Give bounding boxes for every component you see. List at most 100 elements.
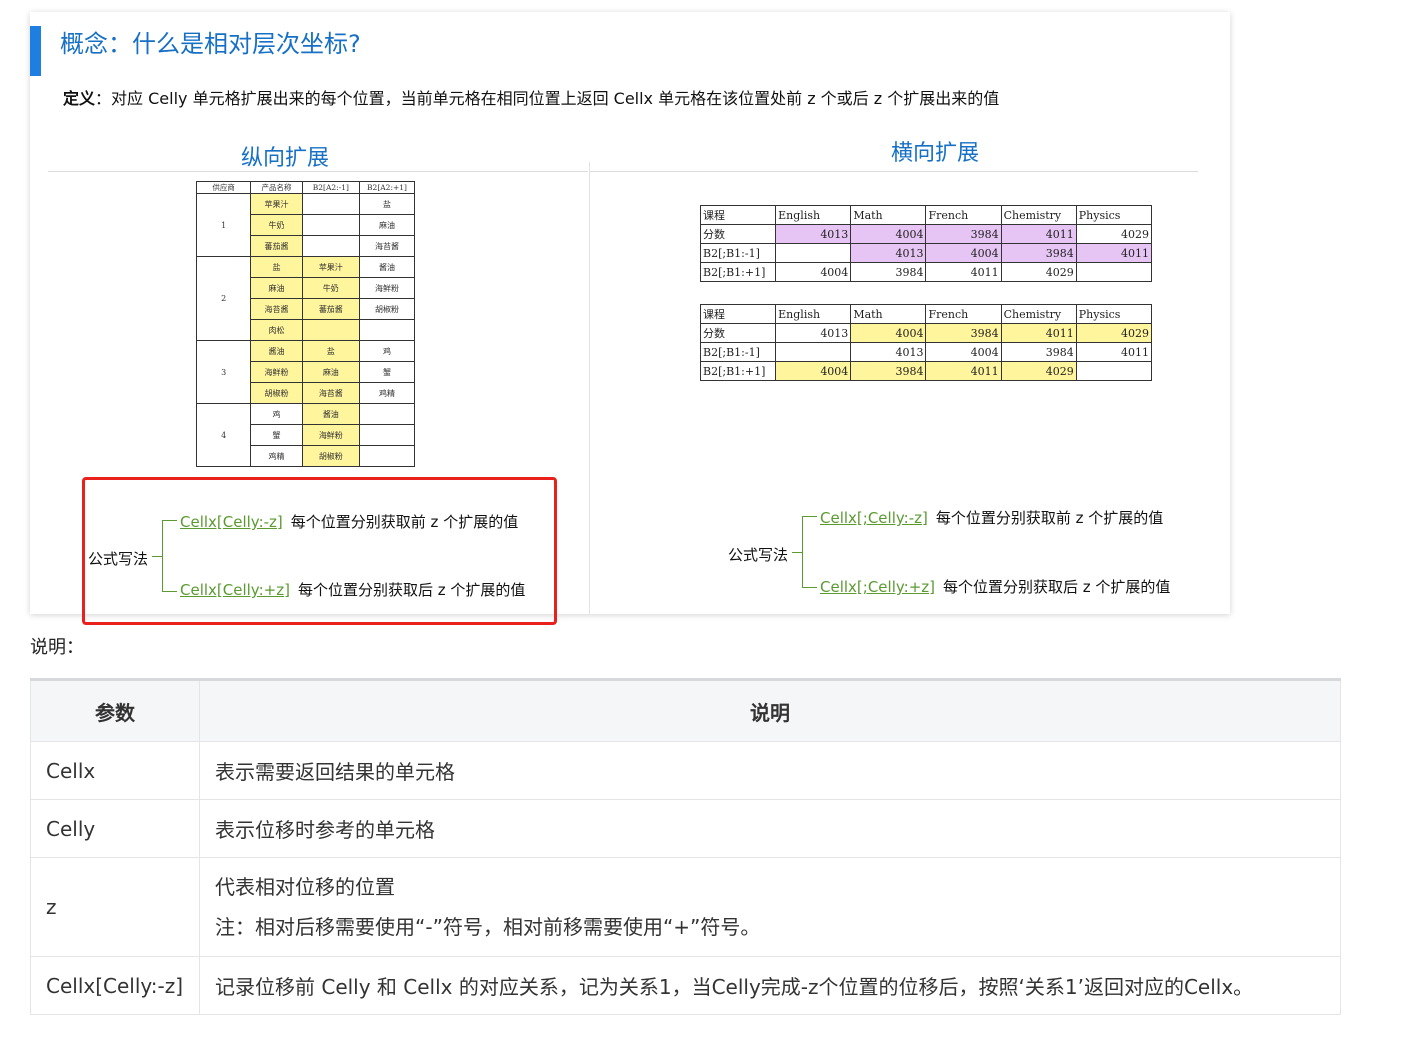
vt-cell: 酱油 (301, 403, 361, 425)
vt-cell: 海鲜粉 (250, 361, 303, 383)
vt-cell: 苹果汁 (250, 193, 303, 215)
vt-header: 供应商 (195, 181, 252, 194)
ht1-cell: 4011 (925, 262, 1002, 282)
vt-cell: 牛奶 (301, 277, 361, 299)
vt-cell: 蕃茄酱 (301, 298, 361, 320)
vt-cell (359, 403, 415, 425)
formula-horizontal-next: Cellx[;Celly:+z] 每个位置分别获取后 z 个扩展的值 (820, 576, 1170, 597)
ht2-cell: English (775, 304, 852, 324)
ht2-cell: 4013 (850, 342, 927, 362)
vt-cell: 蟹 (250, 424, 303, 446)
vt-supplier: 2 (195, 256, 252, 341)
ht2-cell: 课程 (699, 304, 777, 324)
vt-cell: 胡椒粉 (359, 298, 415, 320)
vt-cell (301, 319, 361, 341)
horizontal-table-1: 课程 English Math French Chemistry Physics… (699, 205, 1153, 282)
formula-horizontal-prev: Cellx[;Celly:-z] 每个位置分别获取前 z 个扩展的值 (820, 507, 1163, 528)
ht2-cell: French (925, 304, 1002, 324)
note-label: 说明： (30, 637, 84, 658)
ht2-cell: 4029 (1000, 361, 1077, 381)
formula-label-horizontal: 公式写法 (728, 546, 789, 564)
param-name: z (30, 857, 200, 957)
definition: 定义：对应 Celly 单元格扩展出来的每个位置，当前单元格在相同位置上返回 C… (63, 86, 999, 112)
table-row: Celly 表示位移时参考的单元格 (30, 799, 1341, 858)
ht1-cell: 分数 (699, 224, 777, 244)
ht1-cell: B2[;B1:-1] (699, 243, 777, 263)
ht2-cell: 4004 (850, 323, 927, 343)
vt-cell: 酱油 (250, 340, 303, 362)
ht1-cell: Chemistry (1000, 205, 1077, 225)
ht1-cell: 3984 (925, 224, 1002, 244)
vt-cell: 海苔酱 (250, 298, 303, 320)
ht2-cell: 3984 (1000, 342, 1077, 362)
vt-cell: 蟹 (359, 361, 415, 383)
vt-cell: 鸡精 (359, 382, 415, 404)
horizontal-title: 横向扩展 (891, 141, 980, 166)
vertical-title: 纵向扩展 (241, 146, 330, 171)
table-row: Cellx[Celly:-z] 记录位移前 Celly 和 Cellx 的对应关… (30, 956, 1341, 1015)
vt-cell (359, 445, 415, 467)
vt-cell (301, 214, 361, 236)
vt-cell: 胡椒粉 (301, 445, 361, 467)
ht2-cell: B2[;B1:+1] (699, 361, 777, 381)
param-desc-multi: 代表相对位移的位置 注：相对后移需要使用“-”符号，相对前移需要使用“+”符号。 (199, 857, 1341, 957)
vt-cell (359, 319, 415, 341)
vt-cell: 盐 (359, 193, 415, 215)
param-desc-note: 注：相对后移需要使用“-”符号，相对前移需要使用“+”符号。 (215, 915, 761, 939)
vt-cell: 鸡 (250, 403, 303, 425)
ht2-cell: 4011 (1075, 342, 1153, 362)
vt-cell: 盐 (250, 256, 303, 278)
vt-cell (301, 193, 361, 215)
ht2-cell: 4013 (775, 323, 852, 343)
horizontal-table-2: 课程 English Math French Chemistry Physics… (699, 304, 1153, 381)
highlight-red-box (82, 477, 557, 625)
vt-cell (359, 424, 415, 446)
vertical-expansion-table: 供应商 产品名称 B2[A2:-1] B2[A2:+1] 1 苹果汁盐 牛奶 麻油… (195, 181, 415, 467)
divider-left (48, 171, 588, 172)
table-row: Cellx 表示需要返回结果的单元格 (30, 741, 1341, 800)
param-desc: 表示需要返回结果的单元格 (199, 741, 1341, 800)
param-name: Cellx[Celly:-z] (30, 956, 200, 1015)
param-desc: 记录位移前 Celly 和 Cellx 的对应关系，记为关系1，当Celly完成… (199, 956, 1341, 1015)
vt-cell: 胡椒粉 (250, 382, 303, 404)
card-title: 概念：什么是相对层次坐标? (60, 30, 361, 58)
formula-code: Cellx[;Celly:-z] (820, 509, 928, 527)
ht1-cell: 4011 (1000, 224, 1077, 244)
params-table: 参数 说明 Cellx 表示需要返回结果的单元格 Celly 表示位移时参考的单… (30, 678, 1341, 1015)
ht2-cell: 分数 (699, 323, 777, 343)
vt-cell: 蕃茄酱 (250, 235, 303, 257)
ht1-cell: 4004 (775, 262, 852, 282)
param-desc: 代表相对位移的位置 (215, 875, 395, 899)
vt-cell: 牛奶 (250, 214, 303, 236)
ht2-cell: B2[;B1:-1] (699, 342, 777, 362)
ht1-cell: 4004 (850, 224, 927, 244)
ht1-cell: 3984 (1000, 243, 1077, 263)
ht2-cell: Physics (1075, 304, 1153, 324)
vt-cell: 酱油 (359, 256, 415, 278)
ht1-cell (775, 243, 852, 263)
ht1-cell: 4013 (775, 224, 852, 244)
vt-header: B2[A2:+1] (359, 181, 415, 194)
definition-label: 定义 (63, 89, 96, 108)
vt-cell: 海苔酱 (359, 235, 415, 257)
formula-brace-tick (792, 552, 802, 553)
vt-supplier: 3 (195, 340, 252, 404)
ht2-cell (775, 342, 852, 362)
ht1-cell (1075, 262, 1153, 282)
ht2-cell (1075, 361, 1153, 381)
ht2-cell: 4011 (925, 361, 1002, 381)
param-desc: 表示位移时参考的单元格 (199, 799, 1341, 858)
ht2-cell: Chemistry (1000, 304, 1077, 324)
vt-cell (301, 235, 361, 257)
section-divider (589, 162, 590, 614)
ht1-cell: 4013 (850, 243, 927, 263)
formula-desc: 每个位置分别获取后 z 个扩展的值 (943, 578, 1171, 596)
ht1-cell: French (925, 205, 1002, 225)
vt-cell: 麻油 (301, 361, 361, 383)
ht2-cell: 3984 (925, 323, 1002, 343)
ht1-cell: 4011 (1075, 243, 1153, 263)
title-accent-bar (30, 26, 41, 76)
ht1-cell: 4029 (1075, 224, 1153, 244)
vt-cell: 鸡精 (250, 445, 303, 467)
ht1-cell: 3984 (850, 262, 927, 282)
